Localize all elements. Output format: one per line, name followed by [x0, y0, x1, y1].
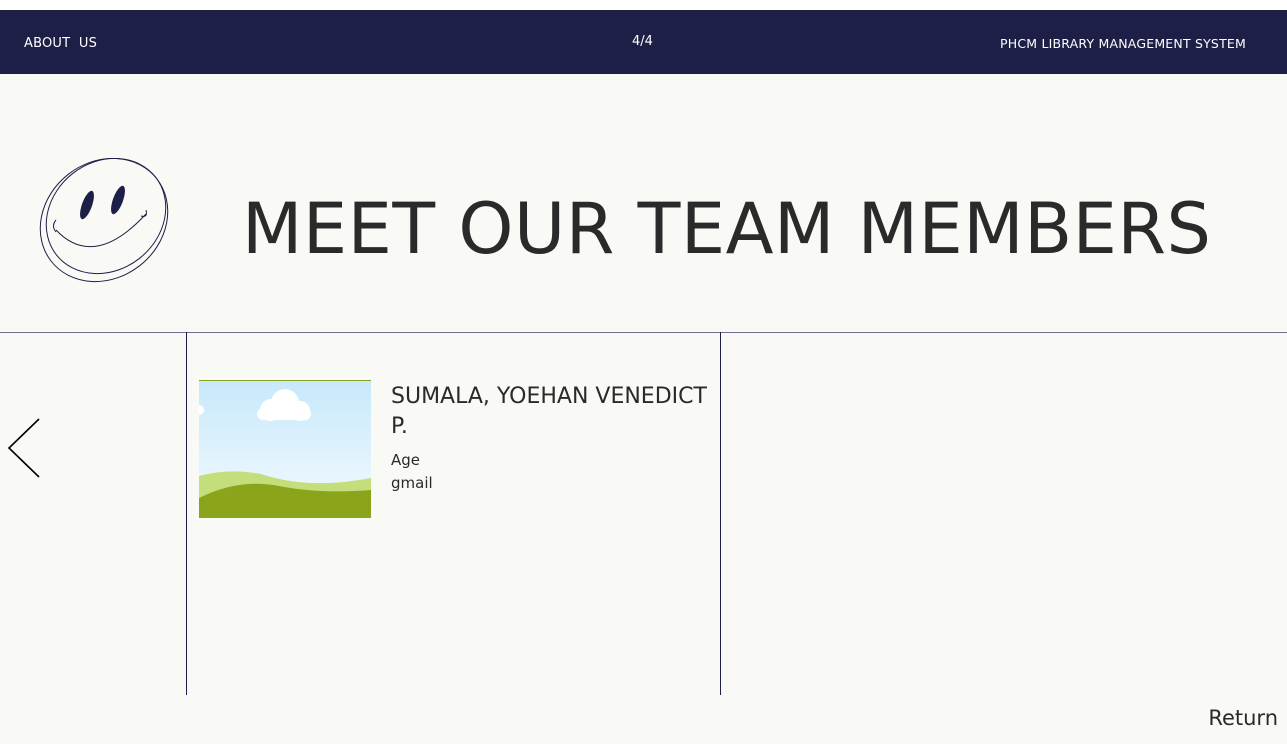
vertical-divider-right — [720, 332, 721, 695]
member-name: SUMALA, YOEHAN VENEDICT P. — [391, 384, 707, 439]
about-us-label: ABOUT US — [24, 36, 98, 51]
system-name-label: PHCM LIBRARY MANAGEMENT SYSTEM — [1000, 36, 1246, 51]
smiley-face-icon — [39, 158, 169, 283]
header-bar: ABOUT US 4/4 PHCM LIBRARY MANAGEMENT SYS… — [0, 10, 1287, 74]
slide-page: ABOUT US 4/4 PHCM LIBRARY MANAGEMENT SYS… — [0, 10, 1287, 744]
member-age-label: Age — [391, 451, 421, 469]
horizontal-divider — [0, 332, 1287, 333]
return-button[interactable]: Return — [1208, 706, 1278, 730]
vertical-divider-left — [186, 332, 187, 695]
chevron-left-icon[interactable] — [6, 417, 42, 481]
page-indicator: 4/4 — [632, 34, 653, 49]
page-title: MEET OUR TEAM MEMBERS — [242, 188, 1212, 270]
landscape-placeholder-icon — [199, 380, 371, 518]
member-email-label: gmail — [391, 474, 433, 492]
